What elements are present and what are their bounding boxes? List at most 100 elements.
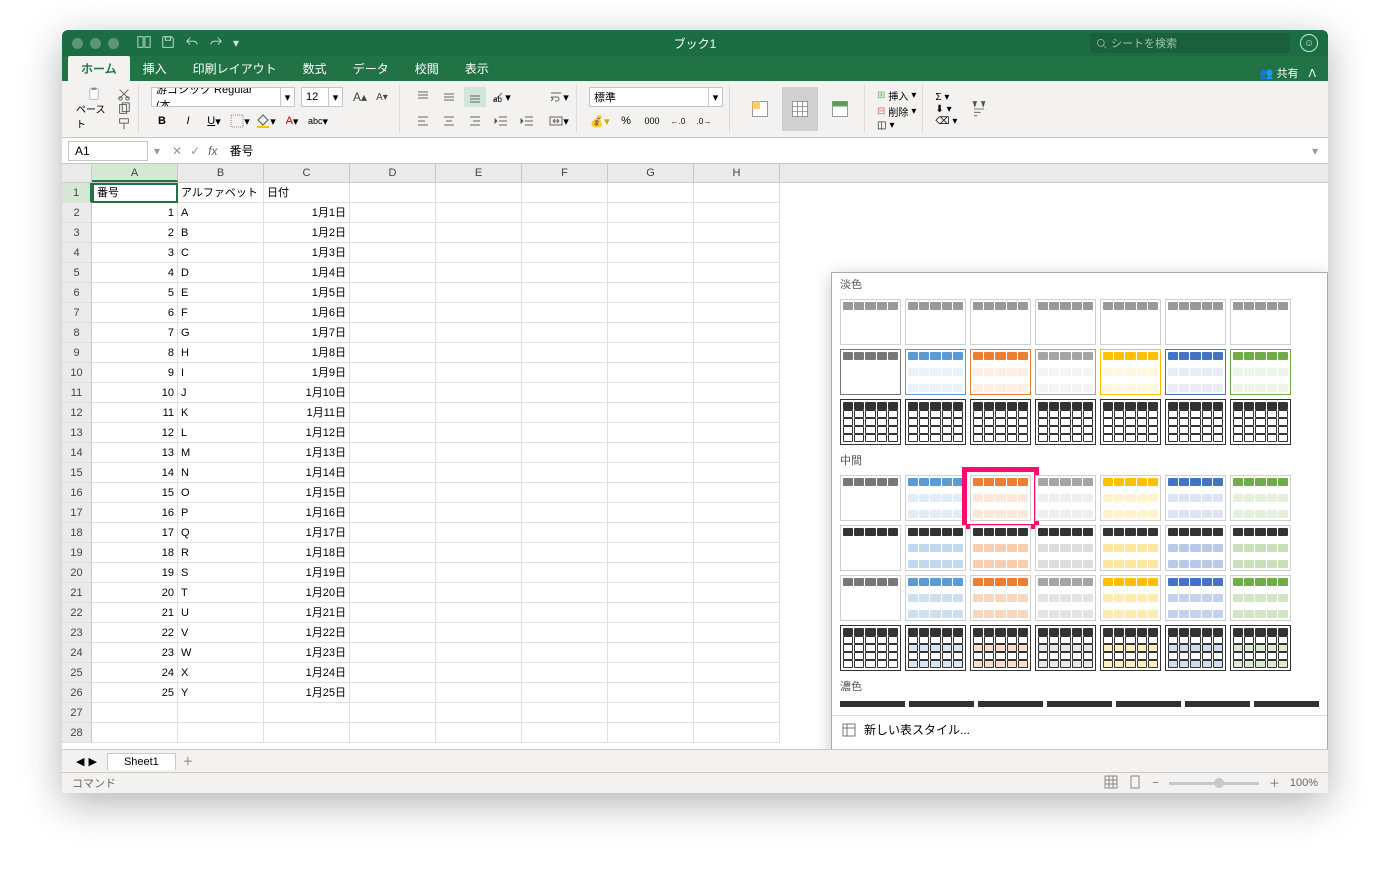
cell[interactable]: 1月2日 — [264, 223, 350, 243]
row-header[interactable]: 5 — [62, 263, 92, 283]
tab-home[interactable]: ホーム — [68, 56, 130, 81]
cell[interactable] — [436, 203, 522, 223]
table-style-thumb[interactable] — [1185, 701, 1250, 707]
phonetic-button[interactable]: abc▾ — [307, 111, 329, 131]
table-style-thumb[interactable] — [1100, 575, 1161, 621]
align-left-icon[interactable] — [412, 111, 434, 131]
table-style-thumb[interactable] — [1100, 475, 1161, 521]
cell[interactable] — [608, 563, 694, 583]
cell[interactable] — [436, 483, 522, 503]
row-header[interactable]: 16 — [62, 483, 92, 503]
cell[interactable] — [522, 603, 608, 623]
cell[interactable]: 1月13日 — [264, 443, 350, 463]
cell[interactable]: M — [178, 443, 264, 463]
row-header[interactable]: 10 — [62, 363, 92, 383]
cell[interactable] — [608, 283, 694, 303]
cell[interactable] — [350, 423, 436, 443]
view-page-icon[interactable] — [1128, 775, 1142, 792]
sheet-tab[interactable]: Sheet1 — [107, 753, 176, 770]
row-header[interactable]: 26 — [62, 683, 92, 703]
row-header[interactable]: 4 — [62, 243, 92, 263]
collapse-ribbon-icon[interactable]: ᐱ — [1308, 67, 1316, 80]
row-header[interactable]: 1 — [62, 183, 92, 203]
cell[interactable]: 1 — [92, 203, 178, 223]
col-header-h[interactable]: H — [694, 164, 780, 182]
format-cells-button[interactable]: ◫ ▾ — [877, 120, 916, 131]
cell[interactable]: 1月1日 — [264, 203, 350, 223]
format-painter-icon[interactable] — [116, 117, 132, 131]
cell[interactable] — [522, 363, 608, 383]
cell[interactable]: 10 — [92, 383, 178, 403]
cell[interactable]: アルファベット — [178, 183, 264, 203]
table-style-thumb[interactable] — [840, 625, 901, 671]
cell[interactable]: 1月9日 — [264, 363, 350, 383]
cell[interactable]: 番号 — [92, 183, 178, 203]
table-style-thumb[interactable] — [970, 399, 1031, 445]
cell[interactable]: 8 — [92, 343, 178, 363]
table-style-thumb[interactable] — [905, 299, 966, 345]
cell[interactable]: G — [178, 323, 264, 343]
cell[interactable] — [436, 363, 522, 383]
view-normal-icon[interactable] — [1104, 775, 1118, 792]
cell[interactable] — [608, 623, 694, 643]
cell[interactable]: 1月16日 — [264, 503, 350, 523]
expand-formula-icon[interactable]: ▾ — [1312, 144, 1328, 158]
cell[interactable] — [522, 623, 608, 643]
table-style-thumb[interactable] — [1165, 475, 1226, 521]
paste-button[interactable]: ペースト — [76, 87, 112, 131]
name-box[interactable]: A1 — [68, 141, 148, 161]
cell[interactable] — [694, 663, 780, 683]
table-style-thumb[interactable] — [840, 575, 901, 621]
table-style-thumb[interactable] — [1165, 399, 1226, 445]
cell[interactable]: 9 — [92, 363, 178, 383]
cell[interactable]: 2 — [92, 223, 178, 243]
cell[interactable] — [436, 503, 522, 523]
cell[interactable]: T — [178, 583, 264, 603]
font-name-dropdown-icon[interactable]: ▾ — [281, 87, 295, 107]
cell[interactable] — [522, 223, 608, 243]
cell[interactable] — [694, 643, 780, 663]
cell[interactable] — [436, 683, 522, 703]
cell[interactable]: 日付 — [264, 183, 350, 203]
autosum-icon[interactable]: Σ ▾ — [935, 92, 957, 103]
cell[interactable] — [522, 703, 608, 723]
cell[interactable] — [436, 583, 522, 603]
table-style-thumb[interactable] — [970, 349, 1031, 395]
cell[interactable] — [436, 543, 522, 563]
table-style-thumb[interactable] — [1035, 525, 1096, 571]
copy-icon[interactable] — [116, 102, 132, 116]
cell[interactable] — [608, 263, 694, 283]
cell[interactable] — [436, 603, 522, 623]
cell[interactable] — [436, 283, 522, 303]
align-middle-icon[interactable] — [438, 87, 460, 107]
cell[interactable] — [436, 243, 522, 263]
table-style-thumb[interactable] — [978, 701, 1043, 707]
cell[interactable] — [694, 283, 780, 303]
table-style-thumb[interactable] — [909, 701, 974, 707]
row-header[interactable]: 22 — [62, 603, 92, 623]
table-style-thumb[interactable] — [1230, 625, 1291, 671]
cell[interactable] — [694, 623, 780, 643]
cell[interactable]: 1月4日 — [264, 263, 350, 283]
cell[interactable] — [694, 443, 780, 463]
zoom-slider[interactable] — [1169, 782, 1259, 785]
cell[interactable] — [608, 723, 694, 743]
cell[interactable]: 1月21日 — [264, 603, 350, 623]
cell[interactable]: 1月8日 — [264, 343, 350, 363]
cell[interactable]: 1月17日 — [264, 523, 350, 543]
cell[interactable]: 15 — [92, 483, 178, 503]
table-style-thumb[interactable] — [905, 625, 966, 671]
cell[interactable]: 1月24日 — [264, 663, 350, 683]
cell[interactable] — [608, 403, 694, 423]
cell[interactable] — [608, 363, 694, 383]
cell[interactable] — [608, 703, 694, 723]
zoom-level[interactable]: 100% — [1290, 777, 1318, 789]
tab-formulas[interactable]: 数式 — [290, 56, 340, 81]
cell[interactable] — [694, 383, 780, 403]
currency-icon[interactable]: 💰▾ — [589, 111, 611, 131]
cell[interactable] — [350, 463, 436, 483]
cell[interactable] — [350, 383, 436, 403]
insert-cells-button[interactable]: ⊞挿入 ▾ — [877, 88, 916, 103]
cell[interactable] — [522, 203, 608, 223]
table-style-thumb[interactable] — [970, 575, 1031, 621]
